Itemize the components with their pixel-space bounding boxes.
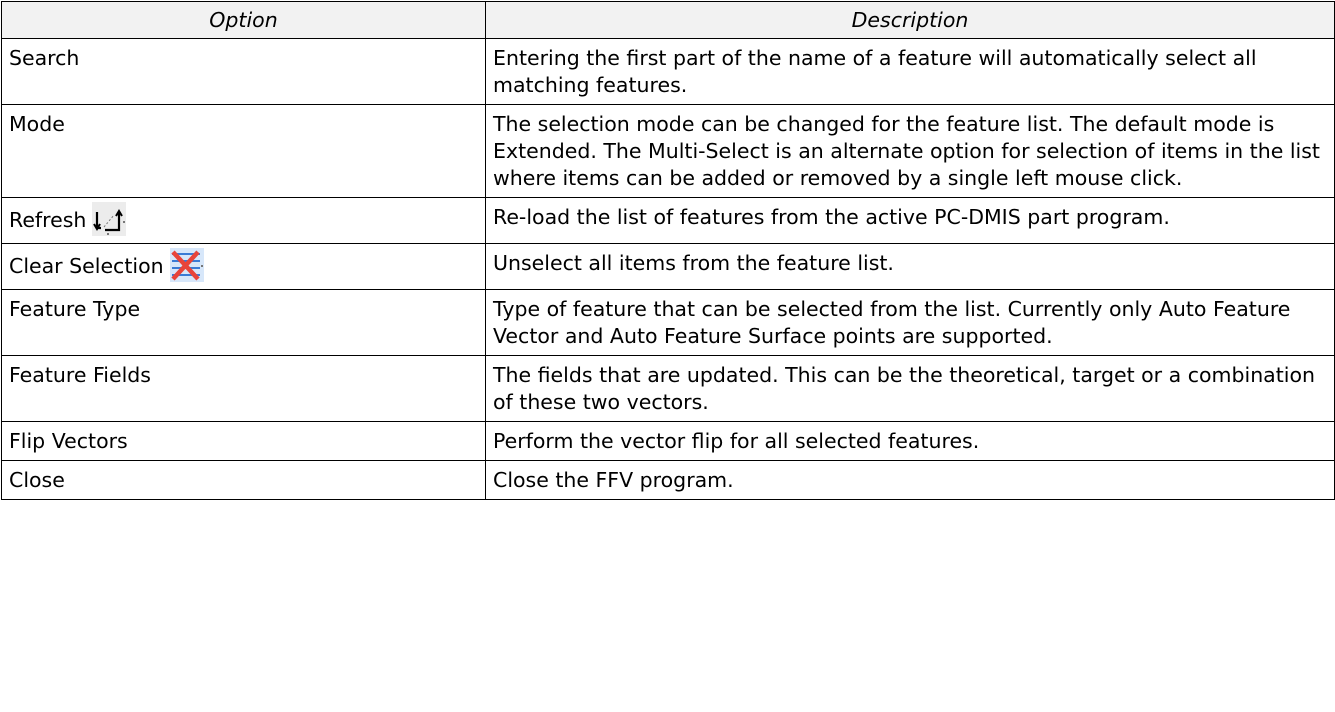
- table-row: Mode The selection mode can be changed f…: [1, 104, 1335, 198]
- description-cell: The selection mode can be changed for th…: [485, 104, 1335, 198]
- refresh-icon: [92, 202, 127, 236]
- description-cell: The fields that are updated. This can be…: [485, 355, 1335, 422]
- table-row: Clear Selection Unselect all items from …: [1, 243, 1335, 290]
- option-column-header: Option: [1, 1, 486, 39]
- table-row: Feature Fields The fields that are updat…: [1, 355, 1335, 422]
- table-header-row: Option Description: [1, 1, 1335, 39]
- option-cell: Close: [1, 460, 486, 500]
- option-cell: Refresh: [1, 197, 486, 244]
- option-label: Flip Vectors: [9, 429, 128, 453]
- table-row: Search Entering the first part of the na…: [1, 38, 1335, 105]
- table-row: Refresh Re-load the list of features fro…: [1, 197, 1335, 244]
- description-column-header: Description: [485, 1, 1335, 39]
- clear-selection-icon: [169, 248, 204, 282]
- description-cell: Perform the vector flip for all selected…: [485, 421, 1335, 461]
- options-table: Option Description Search Entering the f…: [1, 1, 1335, 500]
- option-label: Mode: [9, 112, 65, 136]
- option-cell: Feature Fields: [1, 355, 486, 422]
- table-row: Flip Vectors Perform the vector flip for…: [1, 421, 1335, 461]
- option-cell: Search: [1, 38, 486, 105]
- option-cell: Clear Selection: [1, 243, 486, 290]
- description-cell: Close the FFV program.: [485, 460, 1335, 500]
- option-label: Close: [9, 468, 65, 492]
- option-cell: Feature Type: [1, 289, 486, 356]
- option-label: Search: [9, 46, 80, 70]
- option-cell: Mode: [1, 104, 486, 198]
- option-cell: Flip Vectors: [1, 421, 486, 461]
- table-row: Close Close the FFV program.: [1, 460, 1335, 500]
- option-label: Refresh: [9, 208, 87, 232]
- table-row: Feature Type Type of feature that can be…: [1, 289, 1335, 356]
- description-cell: Unselect all items from the feature list…: [485, 243, 1335, 290]
- description-cell: Entering the first part of the name of a…: [485, 38, 1335, 105]
- option-label: Feature Fields: [9, 363, 151, 387]
- option-label: Clear Selection: [9, 254, 164, 278]
- description-cell: Re-load the list of features from the ac…: [485, 197, 1335, 244]
- description-cell: Type of feature that can be selected fro…: [485, 289, 1335, 356]
- option-label: Feature Type: [9, 297, 141, 321]
